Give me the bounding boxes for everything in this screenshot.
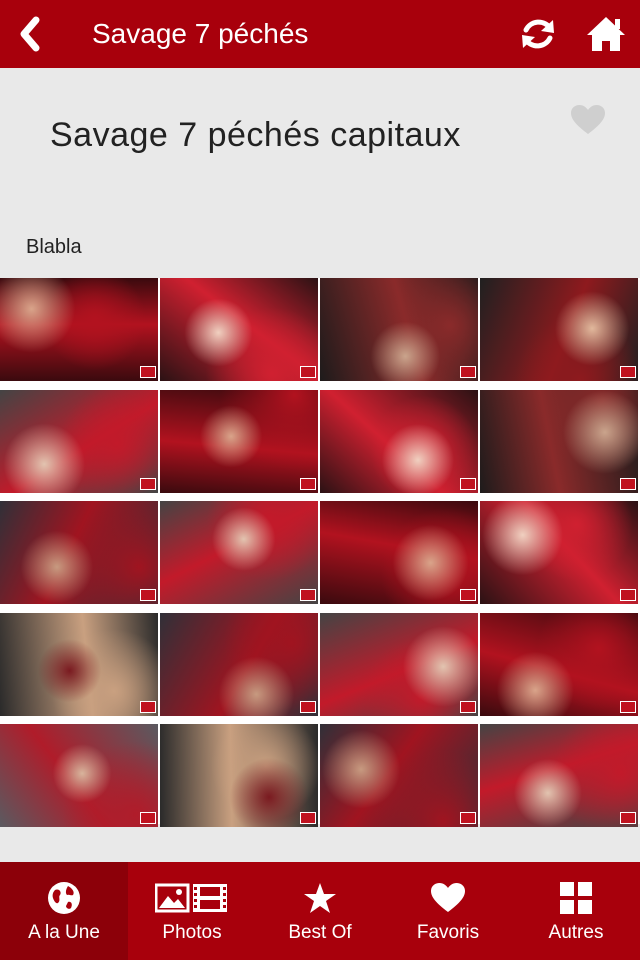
top-app-bar: Savage 7 péchés [0,0,640,68]
photo-thumbnail[interactable] [160,278,318,381]
watermark-badge [140,700,156,713]
refresh-icon [522,19,554,49]
photo-thumbnail[interactable] [160,501,318,604]
watermark-badge [300,477,316,490]
watermark-badge [140,589,156,601]
nav-label: Photos [162,922,222,943]
photo-thumbnail[interactable] [480,612,638,716]
photo-thumbnail[interactable] [480,724,638,827]
watermark-badge [460,477,476,490]
nav-label: A la Une [28,922,100,943]
photo-thumbnail[interactable] [320,612,478,716]
watermark-badge [300,700,316,713]
photo-thumbnail[interactable] [0,501,158,604]
article-headline: Savage 7 péchés capitaux [50,116,461,154]
photo-thumbnail[interactable] [320,389,478,493]
heart-icon [571,105,605,134]
photo-grid [0,278,640,827]
watermark-badge [460,812,476,824]
watermark-badge [460,700,476,713]
photo-thumbnail[interactable] [480,389,638,493]
globe-icon [48,882,80,914]
heart-icon [431,883,465,912]
favorite-button[interactable] [570,104,606,141]
page-title: Savage 7 péchés [92,18,309,49]
bottom-navigation: A la Une Photos Best Of Favoris Autres [0,862,640,960]
grid-icon [560,882,592,914]
watermark-badge [620,589,636,601]
watermark-badge [300,812,316,824]
watermark-badge [300,589,316,601]
photo-thumbnail[interactable] [0,278,158,381]
watermark-badge [460,589,476,601]
watermark-badge [300,366,316,378]
nav-item-autres[interactable]: Autres [512,862,640,960]
back-button[interactable] [0,0,60,68]
photo-thumbnail[interactable] [480,278,638,381]
photo-thumbnail[interactable] [320,501,478,604]
home-icon [587,17,625,51]
chevron-left-icon [20,16,40,52]
watermark-badge [140,812,156,824]
watermark-badge [460,366,476,378]
photo-thumbnail[interactable] [160,724,318,827]
photo-thumbnail[interactable] [160,612,318,716]
article-description: Blabla [26,236,82,258]
nav-item-a-la-une[interactable]: A la Une [0,862,128,960]
home-button[interactable] [572,0,640,68]
photo-thumbnail[interactable] [0,389,158,493]
photo-thumbnail[interactable] [0,612,158,716]
nav-item-favoris[interactable]: Favoris [384,862,512,960]
watermark-badge [620,812,636,824]
nav-label: Favoris [416,922,480,943]
star-icon [304,883,336,913]
refresh-button[interactable] [504,0,572,68]
watermark-badge [620,366,636,378]
photo-thumbnail[interactable] [160,389,318,493]
photo-thumbnail[interactable] [320,278,478,381]
article-header: Savage 7 péchés capitaux Blabla [0,68,640,278]
nav-label: Best Of [288,922,352,943]
photo-thumbnail[interactable] [320,724,478,827]
watermark-badge [620,477,636,490]
nav-item-photos[interactable]: Photos [128,862,256,960]
nav-label: Autres [548,922,604,943]
watermark-badge [140,477,156,490]
nav-item-best-of[interactable]: Best Of [256,862,384,960]
photo-thumbnail[interactable] [480,501,638,604]
watermark-badge [620,700,636,713]
photo-thumbnail[interactable] [0,724,158,827]
watermark-badge [140,366,156,378]
photos-icon [155,883,227,913]
